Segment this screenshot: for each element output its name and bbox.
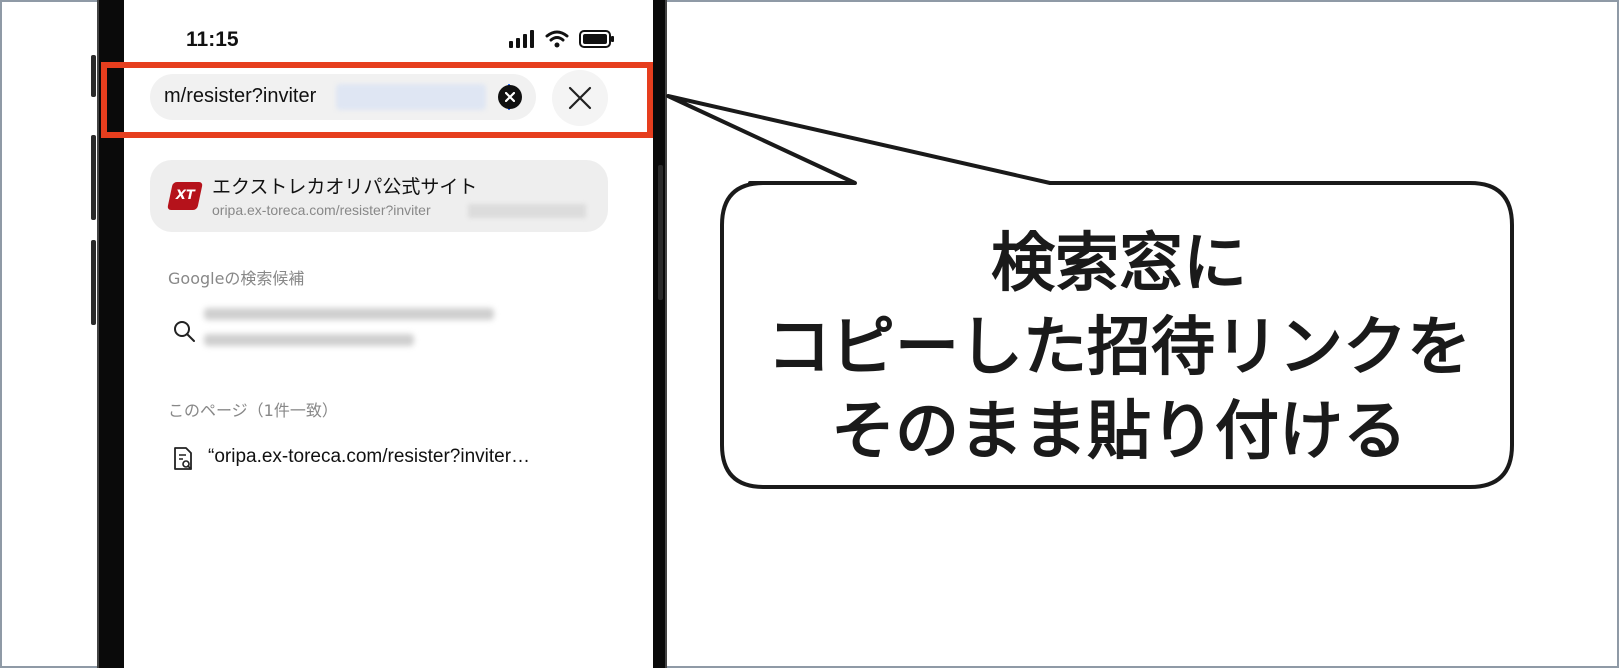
callout-line-3: そのまま貼り付ける	[831, 395, 1407, 469]
callout-text: 検索窓に コピーした招待リンクを そのまま貼り付ける	[722, 222, 1516, 474]
callout-line-2: コピーした招待リンクを	[767, 311, 1471, 385]
callout-line-1: 検索窓に	[991, 227, 1247, 301]
